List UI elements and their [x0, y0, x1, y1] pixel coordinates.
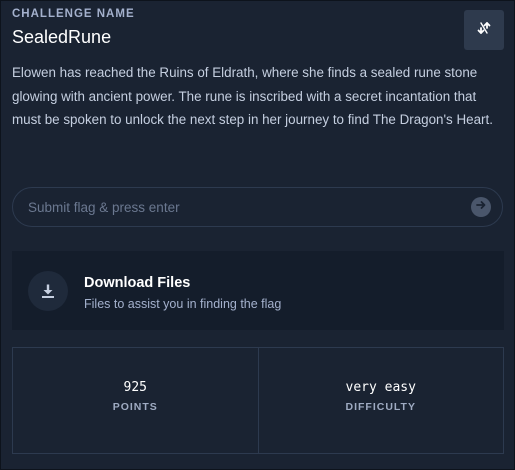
- difficulty-label: DIFFICULTY: [345, 401, 416, 413]
- flag-input[interactable]: [13, 188, 471, 226]
- challenge-title: SealedRune: [12, 27, 112, 47]
- arrow-right-circle-icon: [475, 198, 487, 216]
- challenge-name-label: CHALLENGE NAME: [12, 8, 135, 20]
- points-label: POINTS: [112, 401, 158, 413]
- download-files-card[interactable]: Download Files Files to assist you in fi…: [12, 251, 504, 330]
- challenge-description: Elowen has reached the Ruins of Eldrath,…: [12, 65, 493, 127]
- challenge-stats: 925 POINTS very easy DIFFICULTY: [12, 347, 504, 454]
- points-value: 925: [123, 380, 147, 395]
- difficulty-stat: very easy DIFFICULTY: [257, 348, 504, 453]
- swap-button[interactable]: [464, 10, 504, 50]
- swap-arrows-icon: [476, 20, 492, 41]
- difficulty-value: very easy: [345, 380, 416, 395]
- download-icon: [28, 271, 68, 311]
- download-title: Download Files: [84, 275, 191, 291]
- points-stat: 925 POINTS: [13, 348, 258, 453]
- flag-field: [12, 187, 503, 227]
- download-subtitle: Files to assist you in finding the flag: [84, 297, 282, 311]
- submit-flag-button[interactable]: [471, 197, 491, 217]
